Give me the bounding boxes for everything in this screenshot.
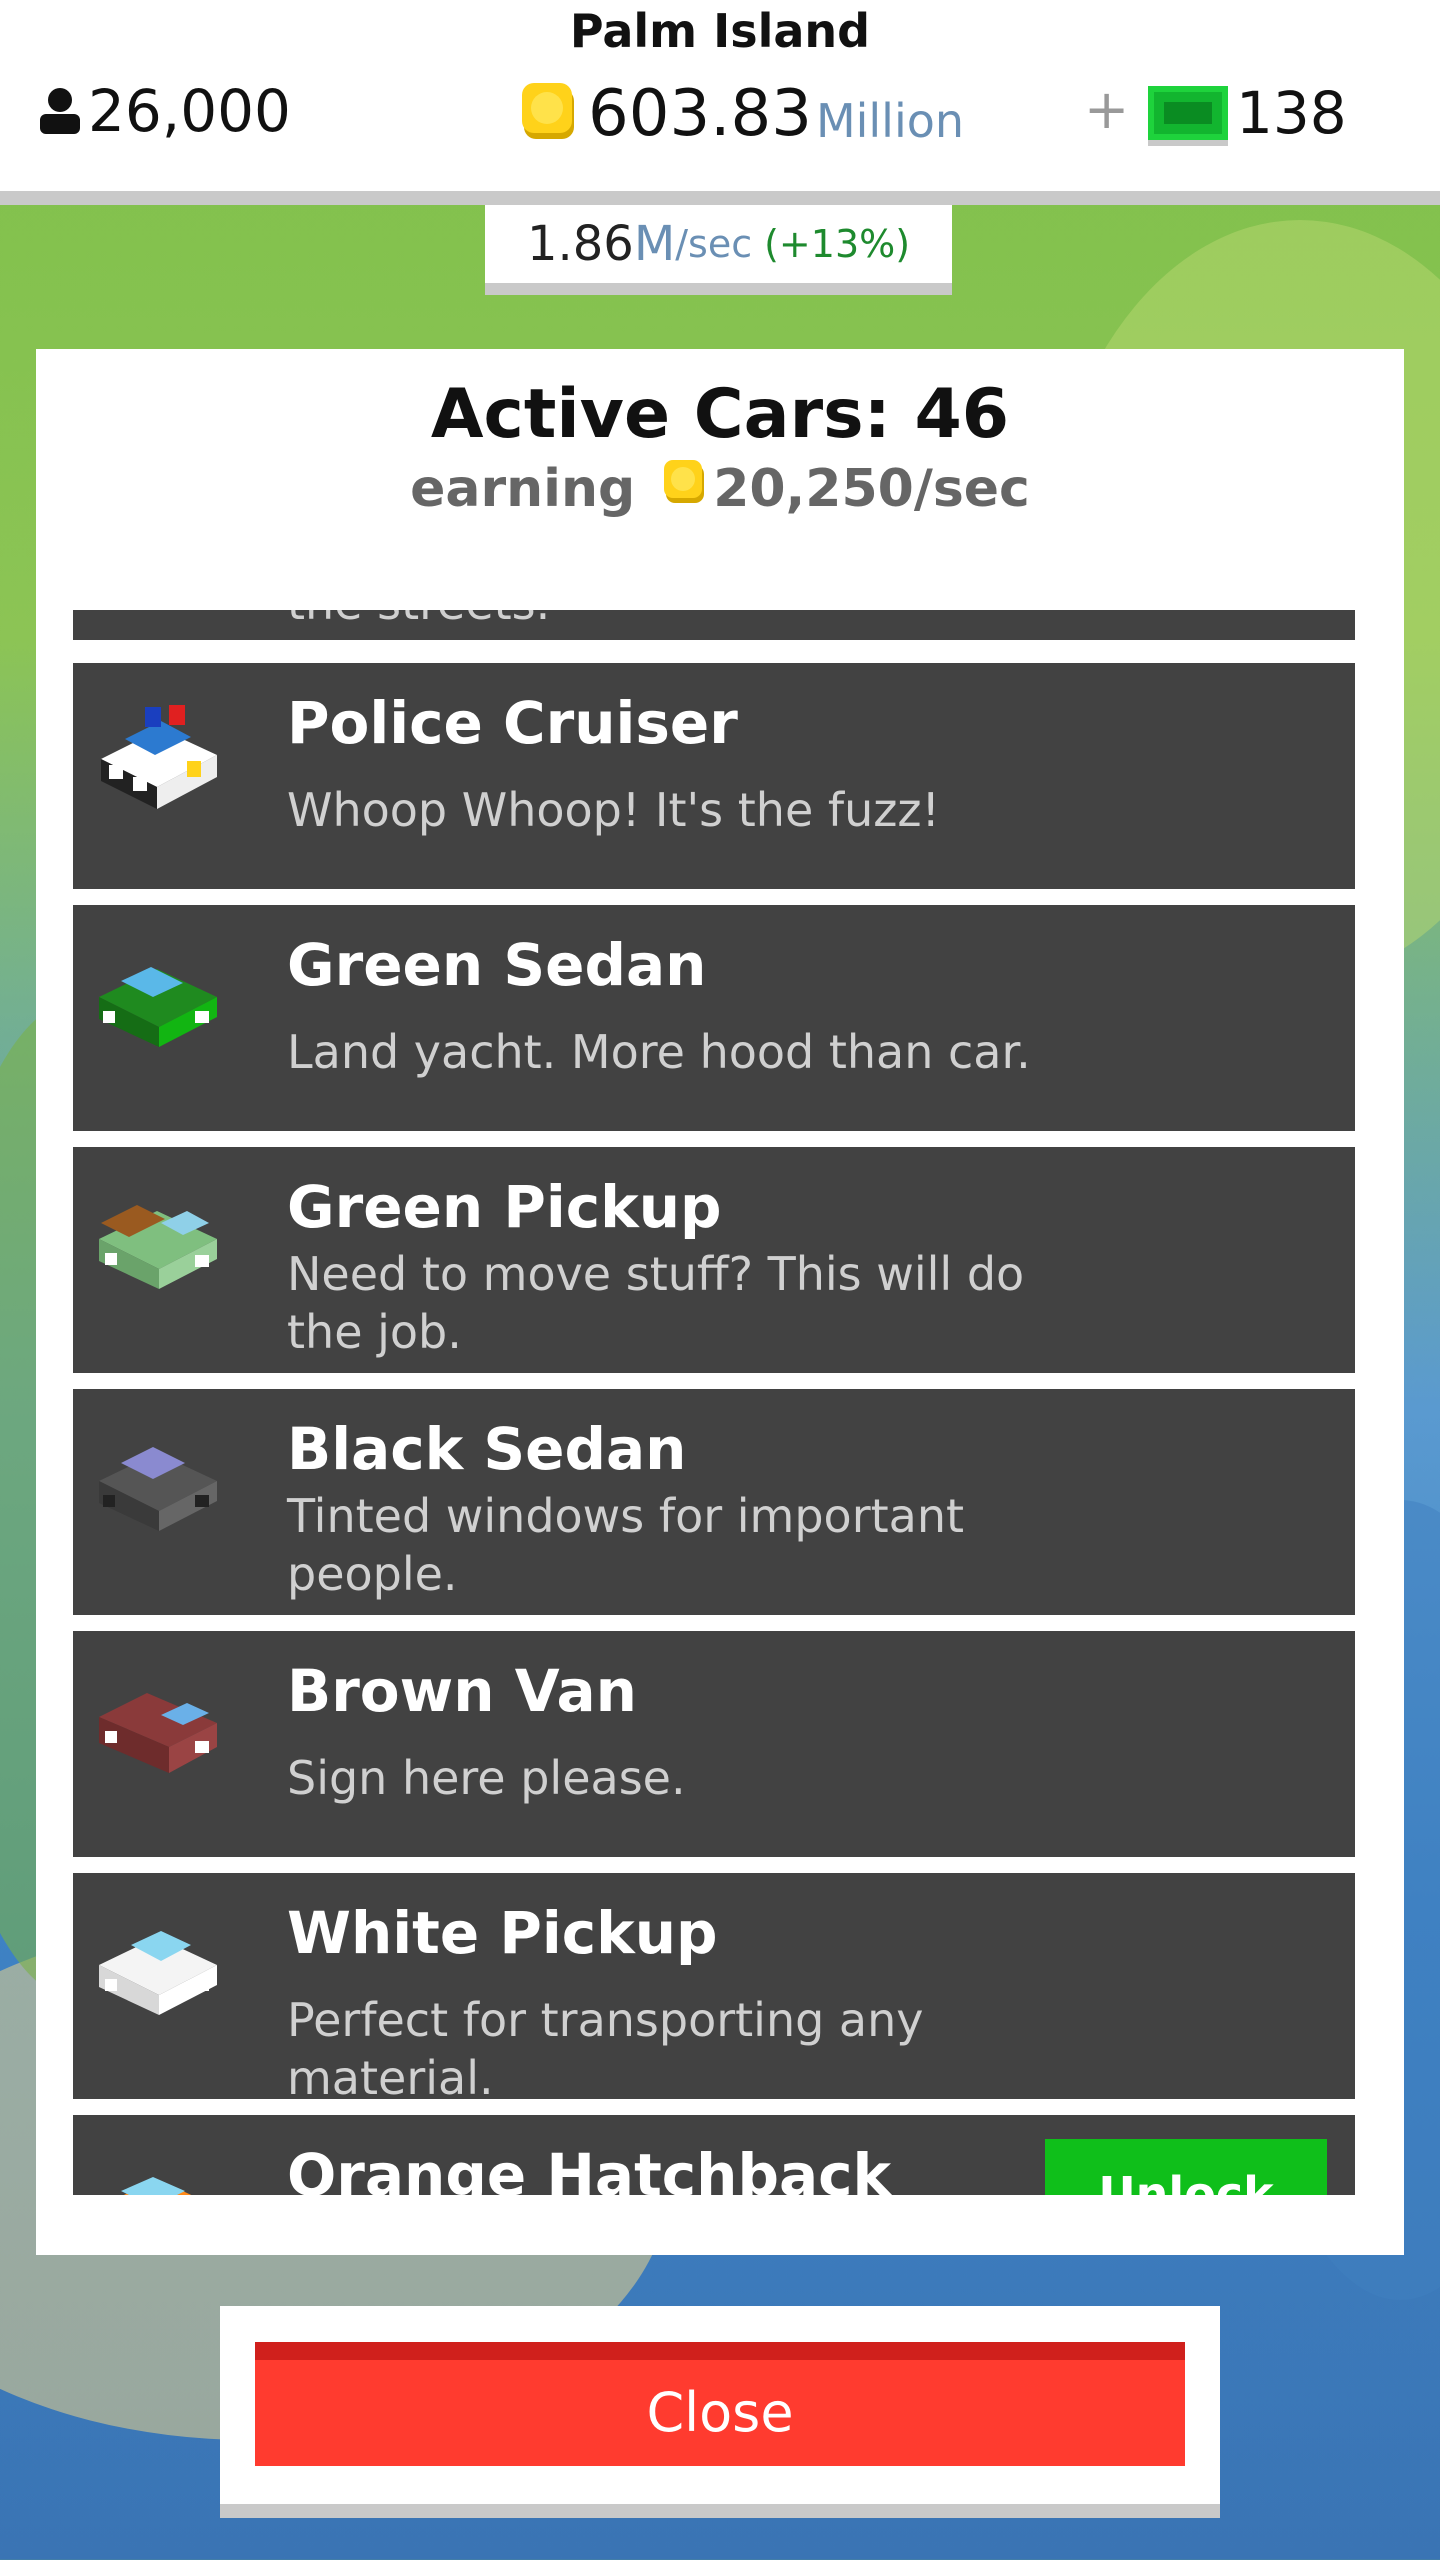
earning-value: 20,250/sec <box>713 458 1030 519</box>
active-cars-panel: Active Cars: 46 earning 20,250/sec the s… <box>36 349 1404 2255</box>
panel-title: Active Cars: 46 <box>430 375 1010 454</box>
population-counter: 26,000 <box>38 76 291 146</box>
close-bar: Close <box>220 2306 1220 2518</box>
car-name: Green Pickup <box>287 1173 722 1241</box>
car-description: the streets. <box>287 610 1087 632</box>
top-bar: Palm Island 26,000 603.83 Million + 138 <box>0 0 1440 205</box>
coin-icon <box>520 79 578 149</box>
rate-unit: M <box>633 216 676 272</box>
black-sedan-icon <box>99 1447 217 1531</box>
rate-value: 1.86 <box>526 216 634 272</box>
car-description: Need to move stuff? This will do the job… <box>287 1247 1025 1359</box>
car-description: Whoop Whoop! It's the fuzz! <box>287 783 940 837</box>
money-counter: 603.83 Million <box>520 76 964 151</box>
rate-percent: (+13%) <box>764 222 911 266</box>
car-description: Perfect for transporting any material. <box>287 1993 924 2105</box>
car-list[interactable]: the streets. Police Cruiser Whoop Whoop!… <box>73 610 1355 2195</box>
list-item[interactable]: White Pickup Perfect for transporting an… <box>73 1873 1355 2105</box>
list-item[interactable]: Black Sedan Tinted windows for important… <box>73 1389 1355 1615</box>
list-item[interactable]: Brown Van Sign here please. <box>73 1631 1355 1857</box>
list-item[interactable]: Orange Hatchback Unlock <box>73 2115 1355 2195</box>
coin-icon <box>663 457 707 520</box>
brown-van-icon <box>99 1693 217 1773</box>
earning-line: earning 20,250/sec <box>36 457 1404 520</box>
earning-label: earning <box>410 458 636 519</box>
car-name: Orange Hatchback <box>287 2141 892 2195</box>
car-description: Tinted windows for important people. <box>287 1489 965 1601</box>
green-pickup-icon <box>99 1205 217 1289</box>
list-item[interactable]: Green Sedan Land yacht. More hood than c… <box>73 905 1355 1131</box>
car-description: Land yacht. More hood than car. <box>287 1025 1031 1079</box>
list-item[interactable]: Green Pickup Need to move stuff? This wi… <box>73 1147 1355 1373</box>
car-name: Police Cruiser <box>287 689 738 757</box>
list-item[interactable]: Police Cruiser Whoop Whoop! It's the fuz… <box>73 663 1355 889</box>
orange-hatchback-icon <box>121 2177 192 2195</box>
police-car-icon <box>101 705 217 809</box>
island-name: Palm Island <box>569 4 871 58</box>
money-unit: Million <box>815 93 965 148</box>
money-value: 603.83 <box>588 76 812 151</box>
list-item[interactable]: the streets. <box>73 610 1355 640</box>
population-value: 26,000 <box>88 77 291 145</box>
car-name: White Pickup <box>287 1899 718 1967</box>
income-rate-tab: 1.86 M /sec (+13%) <box>485 205 952 295</box>
car-description: Sign here please. <box>287 1751 686 1805</box>
rate-per-sec: /sec <box>675 222 753 266</box>
person-icon <box>40 88 80 134</box>
cash-value: 138 <box>1236 79 1347 147</box>
close-button[interactable]: Close <box>255 2342 1185 2466</box>
white-pickup-icon <box>99 1931 217 2015</box>
cash-counter: 138 <box>1148 78 1347 148</box>
buy-cash-button[interactable]: + <box>1084 78 1129 141</box>
unlock-button[interactable]: Unlock <box>1045 2139 1327 2195</box>
car-name: Black Sedan <box>287 1415 687 1483</box>
cash-icon <box>1148 86 1228 140</box>
car-name: Brown Van <box>287 1657 637 1725</box>
green-sedan-icon <box>99 967 217 1047</box>
car-name: Green Sedan <box>287 931 707 999</box>
